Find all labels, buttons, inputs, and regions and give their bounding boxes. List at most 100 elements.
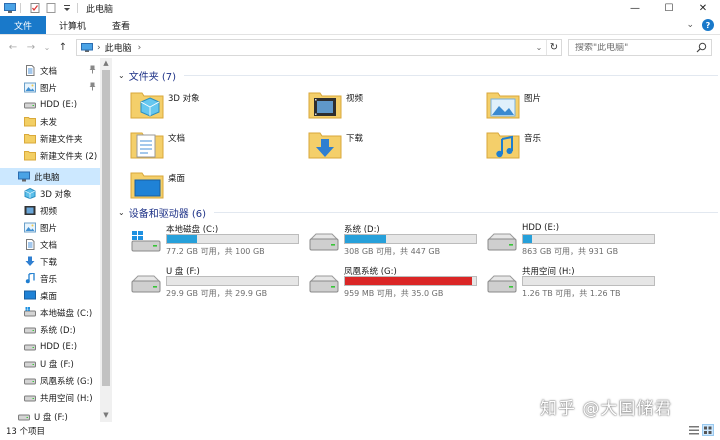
- folder-tile[interactable]: 3D 对象: [130, 86, 300, 122]
- properties-icon[interactable]: [29, 3, 41, 13]
- tab-view[interactable]: 查看: [99, 16, 143, 34]
- collapse-chevron-icon[interactable]: ⌄: [118, 71, 125, 80]
- customize-quick-access-icon[interactable]: [61, 3, 73, 13]
- sidebar-item[interactable]: 未发: [0, 113, 100, 130]
- sidebar-item-label: 3D 对象: [40, 189, 72, 200]
- sidebar-item[interactable]: 新建文件夹: [0, 130, 100, 147]
- up-button[interactable]: ↑: [56, 40, 70, 54]
- scroll-up-button[interactable]: ▲: [100, 58, 112, 68]
- sidebar-item-label: 文档: [40, 240, 58, 251]
- window-controls: — ☐ ✕: [618, 0, 720, 16]
- sidebar-item[interactable]: 视频: [0, 202, 100, 219]
- folder-tile[interactable]: 文档: [130, 126, 300, 162]
- document-icon: [24, 239, 36, 250]
- pictures-icon: [24, 222, 36, 233]
- sidebar-item[interactable]: 下载: [0, 253, 100, 270]
- drive-icon: [24, 341, 36, 352]
- maximize-button[interactable]: ☐: [652, 0, 686, 16]
- sidebar-item[interactable]: U 盘 (F:): [0, 355, 100, 372]
- sidebar-item-label: 新建文件夹 (2): [40, 151, 98, 162]
- group-divider: [184, 75, 718, 76]
- item-count: 13 个项目: [6, 427, 46, 437]
- drive-tile[interactable]: U 盘 (F:) 29.9 GB 可用，共 29.9 GB: [130, 265, 300, 303]
- sidebar-item[interactable]: 凤凰系统 (G:): [0, 372, 100, 389]
- folders-group-header[interactable]: ⌄ 文件夹 (7): [118, 68, 718, 83]
- document-icon: [24, 65, 36, 76]
- sidebar-item[interactable]: 桌面: [0, 287, 100, 304]
- address-path[interactable]: 此电脑: [105, 41, 132, 54]
- folders-header-label: 文件夹 (7): [128, 72, 177, 83]
- sidebar-item[interactable]: 新建文件夹 (2): [0, 147, 100, 164]
- status-bar: 13 个项目: [0, 422, 720, 440]
- forward-button[interactable]: →: [24, 40, 38, 54]
- sidebar-item[interactable]: U 盘 (F:): [0, 408, 100, 422]
- minimize-button[interactable]: —: [618, 0, 652, 16]
- navigation-bar: ← → ⌄ ↑ › 此电脑 › ⌄ ↻: [0, 36, 720, 58]
- sidebar-item[interactable]: 共用空间 (H:): [0, 389, 100, 406]
- tiles-view-icon[interactable]: [702, 424, 714, 436]
- sidebar-item[interactable]: 系统 (D:): [0, 321, 100, 338]
- desktop-folder-icon: [130, 169, 164, 199]
- computer-icon: [81, 43, 93, 52]
- sidebar-item-label: 共用空间 (H:): [40, 393, 93, 404]
- expand-ribbon-icon[interactable]: ⌄: [686, 20, 694, 30]
- recent-locations-button[interactable]: ⌄: [40, 40, 54, 54]
- new-folder-icon[interactable]: [45, 3, 57, 13]
- ribbon-tabs: 文件 计算机 查看 ⌄ ?: [0, 16, 720, 35]
- drive-tile[interactable]: 系统 (D:) 308 GB 可用，共 447 GB: [308, 223, 478, 261]
- sidebar-item[interactable]: 3D 对象: [0, 185, 100, 202]
- folder-tile[interactable]: 下载: [308, 126, 478, 162]
- close-button[interactable]: ✕: [686, 0, 720, 16]
- sidebar-item[interactable]: 图片: [0, 79, 100, 96]
- drive-name: HDD (E:): [522, 223, 560, 233]
- sidebar-item[interactable]: HDD (E:): [0, 96, 100, 113]
- sidebar-item-label: 文档: [40, 66, 58, 77]
- sidebar-scrollbar[interactable]: ▲ ▼: [100, 58, 112, 422]
- music-folder-icon: [486, 129, 520, 159]
- scroll-down-button[interactable]: ▼: [100, 410, 112, 420]
- music-icon: [24, 272, 36, 284]
- folder-icon: [24, 150, 36, 161]
- drive-tile[interactable]: 本地磁盘 (C:) 77.2 GB 可用，共 100 GB: [130, 223, 300, 261]
- tab-file[interactable]: 文件: [0, 16, 47, 34]
- sidebar-item[interactable]: 此电脑: [0, 168, 100, 185]
- details-view-icon[interactable]: [688, 424, 700, 436]
- drive-tile[interactable]: HDD (E:) 863 GB 可用，共 931 GB: [486, 223, 656, 261]
- tab-computer[interactable]: 计算机: [46, 16, 99, 34]
- address-path-chevron[interactable]: ›: [138, 43, 142, 53]
- folder-tile[interactable]: 桌面: [130, 166, 300, 202]
- help-icon[interactable]: ?: [702, 19, 714, 31]
- computer-icon[interactable]: [4, 3, 16, 13]
- content-pane: ⌄ 文件夹 (7) 3D 对象 视频 图片文档 下载 音乐桌面 ⌄ 设备和驱动器 (6)…: [114, 58, 720, 422]
- scrollbar-thumb[interactable]: [102, 70, 110, 386]
- sidebar-item[interactable]: 文档: [0, 236, 100, 253]
- drive-space-info: 863 GB 可用，共 931 GB: [522, 247, 619, 256]
- sidebar-item[interactable]: HDD (E:): [0, 338, 100, 355]
- refresh-button[interactable]: ↻: [546, 40, 561, 55]
- drive-icon: [130, 273, 162, 295]
- downloads-folder-icon: [308, 129, 342, 159]
- folder-tile[interactable]: 音乐: [486, 126, 656, 162]
- search-input[interactable]: [575, 42, 695, 53]
- search-box[interactable]: [568, 39, 712, 56]
- address-dropdown-button[interactable]: ⌄: [532, 40, 546, 55]
- folder-tile[interactable]: 图片: [486, 86, 656, 122]
- drives-group-header[interactable]: ⌄ 设备和驱动器 (6): [118, 205, 718, 220]
- search-icon[interactable]: [696, 42, 707, 53]
- drive-tile[interactable]: 凤凰系统 (G:) 959 MB 可用，共 35.0 GB: [308, 265, 478, 303]
- sidebar-item-label: 未发: [40, 117, 58, 128]
- sidebar-item-label: 下载: [40, 257, 58, 268]
- folder-tile[interactable]: 视频: [308, 86, 478, 122]
- drive-tile[interactable]: 共用空间 (H:) 1.26 TB 可用，共 1.26 TB: [486, 265, 656, 303]
- sidebar-item[interactable]: 音乐: [0, 270, 100, 287]
- sidebar-item[interactable]: 图片: [0, 219, 100, 236]
- collapse-chevron-icon[interactable]: ⌄: [118, 208, 125, 217]
- navigation-pane[interactable]: 文档 图片 HDD (E:) 未发 新建文件夹 新建文件夹 (2) 此电脑 3D 对象 视频 图片…: [0, 58, 112, 422]
- back-button[interactable]: ←: [6, 40, 20, 54]
- sidebar-item[interactable]: 文档: [0, 62, 100, 79]
- drive-icon: [18, 411, 30, 422]
- title-bar: 此电脑 — ☐ ✕: [0, 0, 720, 16]
- address-root-chevron[interactable]: ›: [97, 43, 101, 53]
- address-bar[interactable]: › 此电脑 › ⌄ ↻: [76, 39, 562, 56]
- sidebar-item[interactable]: 本地磁盘 (C:): [0, 304, 100, 321]
